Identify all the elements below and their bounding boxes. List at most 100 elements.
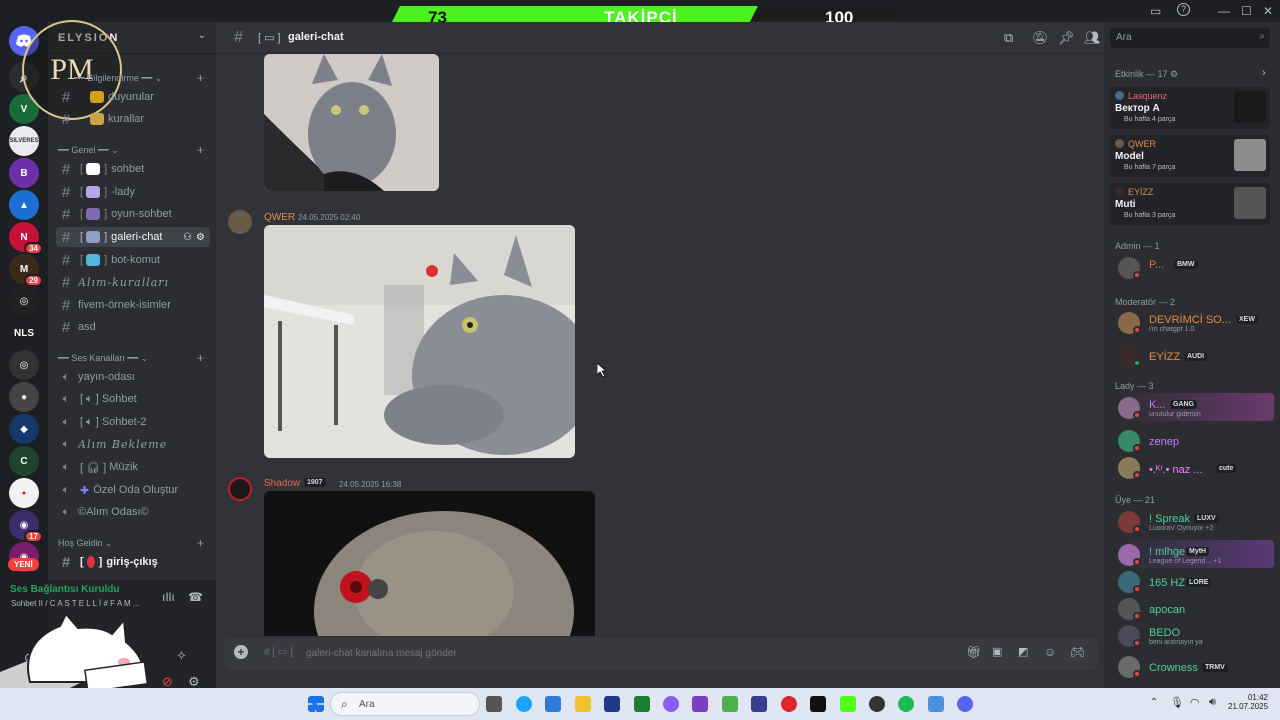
discord-icon[interactable] [957,696,973,712]
taskbar-clock[interactable]: 01:42 21.07.2025 [1228,693,1268,711]
channel-oyun-sohbet[interactable]: #[] oyun-sohbet [56,204,210,224]
member-item[interactable]: P... BMW [1118,253,1276,281]
voice-channel-muzik[interactable]: 🔈︎[ 🎧︎ ] Müzik [56,457,210,477]
category-info[interactable]: ━━ Bilgilendirme ━━ ⌄ [74,73,162,84]
member-item[interactable]: apocan [1118,594,1276,622]
message-author[interactable]: Shadow [264,478,300,489]
chevron-right-icon[interactable]: › [1262,67,1266,79]
message-input[interactable] [306,643,806,663]
dreamweaver-icon[interactable] [634,696,650,712]
member-item[interactable]: BEDO beni aramayın ya [1118,621,1276,649]
server-icon[interactable]: ◎ [9,286,39,316]
channel-duyurular[interactable]: # duyurular [56,87,210,107]
activity-card[interactable]: EYİZZ Muti Bu hafta 3 parça [1110,183,1270,225]
wifi-icon[interactable]: ◠ [1190,696,1200,709]
add-channel-icon[interactable]: + [197,71,204,85]
start-icon[interactable] [308,696,324,712]
emoji-icon[interactable]: ☺ [1044,645,1056,659]
channel-asd[interactable]: # asd [56,317,210,337]
chevron-down-icon[interactable]: ⌄ [198,30,206,41]
threads-icon[interactable]: ⧉ [1004,30,1013,46]
copilot-icon[interactable] [663,696,679,712]
member-item[interactable]: ! mlhge MytH League of Legend... +1 [1118,540,1274,568]
help-icon[interactable]: ? [1177,3,1190,16]
server-icon[interactable]: ◎ [9,350,39,380]
gif-icon[interactable]: ▣ [992,645,1002,658]
nvidia-icon[interactable] [722,696,738,712]
mic-icon[interactable]: 🎙︎ [1170,696,1184,709]
channel-bot-komut[interactable]: #[] bot-komut [56,250,210,270]
skype-icon[interactable] [516,696,532,712]
server-icon[interactable]: NLS [9,318,39,348]
category-genel[interactable]: ━━ Genel ━━ ⌄ [58,145,119,156]
noise-suppression-icon[interactable]: ıIlı [162,590,175,604]
kick-icon[interactable] [840,696,856,712]
channel-giris-cikis[interactable]: #[] giriş-çıkış [56,552,210,572]
folder-icon[interactable] [575,696,591,712]
apps-icon[interactable]: 🎮︎ [1070,645,1085,659]
add-channel-icon[interactable]: + [197,351,204,365]
category-voice[interactable]: ━━ Ses Kanalları ━━ ⌄ [58,353,148,364]
add-attachment-icon[interactable]: + [234,645,248,659]
channel-lady[interactable]: #[] -lady [56,182,210,202]
category-hosgeldin[interactable]: Hoş Geldin ⌄ [58,538,113,549]
attachment-image[interactable] [264,491,595,636]
taskbar-search[interactable]: ⌕ Ara [330,692,480,716]
member-item[interactable]: zenep [1118,426,1276,454]
notification-bell-icon[interactable]: 🔕︎ [1032,30,1049,46]
gear-icon[interactable]: ⚙ [196,232,205,243]
voice-channel-alim-bekleme[interactable]: 🔈︎ Alım Bekleme [56,434,210,454]
inbox-icon[interactable]: ▭ [1150,4,1161,18]
add-channel-icon[interactable]: + [197,143,204,157]
member-item[interactable]: K... GANG unutulur gidersin [1118,393,1274,421]
channel-kurallar[interactable]: # kurallar [56,109,210,129]
pin-icon[interactable]: 📌︎ [1058,30,1075,46]
channel-sohbet[interactable]: #[] sohbet [56,159,210,179]
search-input[interactable]: Ara ⌕ [1110,28,1270,48]
add-channel-icon[interactable]: + [197,536,204,550]
member-item[interactable]: 165 HZ LORE [1118,567,1276,595]
voice-status[interactable]: Ses Bağlantısı Kuruldu [10,584,119,595]
visual-studio-icon[interactable] [692,696,708,712]
app-icon[interactable] [928,696,944,712]
voice-channel-sohbet-2[interactable]: 🔈︎[ 🔈︎ ] Sohbet-2 [56,412,210,432]
invite-icon[interactable]: ⚇ [183,232,192,243]
close-button[interactable]: ✕ [1263,4,1273,18]
server-icon[interactable]: ◉ 17 [9,510,43,543]
avatar[interactable] [228,210,252,234]
disconnect-icon[interactable]: ☎ [188,590,203,604]
tiktok-icon[interactable] [810,696,826,712]
volume-icon[interactable]: 🔊︎ [1209,696,1216,709]
member-item[interactable]: •.ᴷⁱ.• naz ... cute [1118,453,1276,481]
sticker-icon[interactable]: ◩ [1018,645,1028,658]
spotify-icon[interactable] [898,696,914,712]
tray-chevron-icon[interactable]: ⌃ [1150,697,1158,708]
attachment-image[interactable] [264,225,575,458]
attachment-image[interactable] [264,54,439,191]
task-view-icon[interactable] [486,696,502,712]
store-icon[interactable] [545,696,561,712]
maximize-button[interactable]: ☐ [1241,4,1252,18]
server-icon[interactable]: ● [9,478,39,508]
teams-icon[interactable] [751,696,767,712]
member-item[interactable]: EYİZZ AUDI [1118,341,1276,369]
member-item[interactable]: Crowness TRMV [1118,652,1276,680]
activity-card[interactable]: Lasquenz Вектор А Bu hafta 4 parça [1110,87,1270,129]
voice-channel-ozel-oda[interactable]: 🔈︎ ✚ Özel Oda Oluştur [56,480,210,500]
minimize-button[interactable]: — [1218,4,1230,18]
server-icon[interactable]: B [9,158,39,188]
server-icon[interactable]: ◆ [9,414,39,444]
voice-channel-alim-odasi[interactable]: 🔈︎ ©Alım Odası© [56,502,210,522]
member-item[interactable]: ! Spreak LUXV LuxoraV Oynuyor +2 [1118,507,1276,535]
member-item[interactable]: DEVRİMCİ SO... XEW i'm chatgpt 1.0 [1118,308,1276,336]
voice-channel-sohbet[interactable]: 🔈︎[ 🔈︎ ] Sohbet [56,389,210,409]
message-author[interactable]: QWER [264,212,295,223]
opera-icon[interactable] [781,696,797,712]
server-icon[interactable]: ● [9,382,39,412]
server-icon[interactable]: M 29 [9,254,43,287]
channel-fivem-ornek-isimler[interactable]: # fivem-örnek-isimler [56,295,210,315]
server-icon[interactable]: SILVERES [9,126,39,156]
channel-alim-kurallari[interactable]: # Alım-kuralları [56,272,210,292]
activity-card[interactable]: QWER Model Bu hafta 7 parça [1110,135,1270,177]
server-icon[interactable]: N 34 [9,222,43,255]
